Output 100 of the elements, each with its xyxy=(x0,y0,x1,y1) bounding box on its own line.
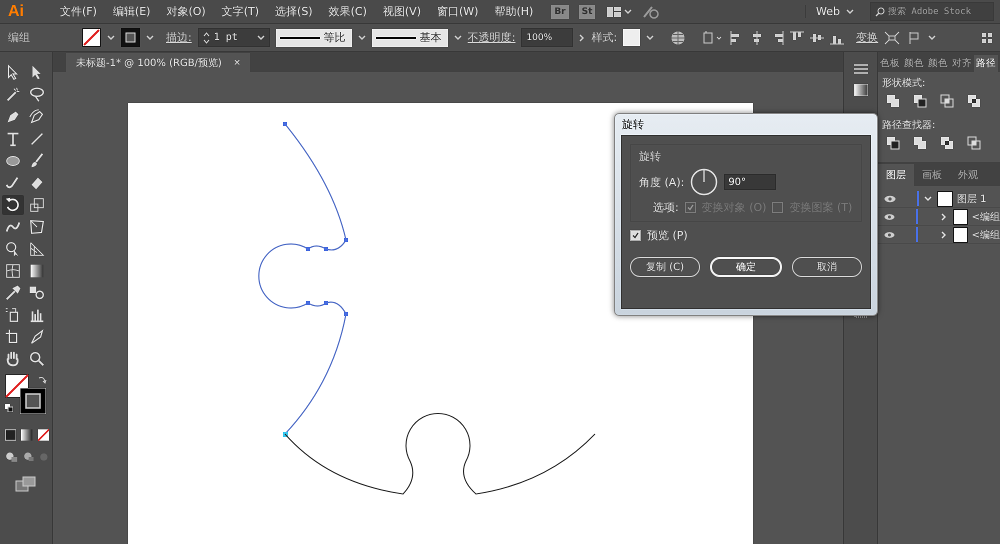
panel-tab[interactable]: 路径 xyxy=(974,55,998,72)
close-button[interactable]: × xyxy=(234,56,240,68)
dialog-title: 旋转 xyxy=(621,117,645,133)
stroke-swatch[interactable] xyxy=(20,388,46,414)
app-launch-button[interactable]: Br xyxy=(551,4,569,18)
chevron-icon xyxy=(940,212,948,220)
wand-icon xyxy=(4,86,22,104)
pathfinder-icon[interactable] xyxy=(886,136,900,150)
pathfinder-icon[interactable] xyxy=(967,136,981,150)
layout-icon[interactable] xyxy=(607,6,634,18)
opacity-label[interactable]: 不透明度: xyxy=(468,30,516,45)
chevron-icon xyxy=(940,230,948,238)
menu-item[interactable]: 选择(S) xyxy=(267,4,321,19)
default-colors-icon[interactable] xyxy=(5,404,13,412)
gradient-icon[interactable] xyxy=(21,428,33,442)
style-label: 样式: xyxy=(591,30,618,45)
options-label: 选项: xyxy=(653,200,679,215)
draw-mode-icon[interactable] xyxy=(5,450,18,464)
chevron-icon[interactable] xyxy=(579,34,586,42)
menu-item[interactable]: 帮助(H) xyxy=(486,4,542,19)
panel-tab[interactable]: 色板 xyxy=(878,55,902,72)
panel-tab[interactable]: 图层 xyxy=(878,164,914,186)
menu-item[interactable]: 窗口(W) xyxy=(428,4,486,19)
gradient-icon[interactable] xyxy=(854,84,868,96)
eye-icon[interactable] xyxy=(884,194,896,202)
draw-mode-icon[interactable] xyxy=(22,450,34,464)
dialog-button[interactable]: 确定 xyxy=(710,257,782,277)
layer-name[interactable]: <编组 xyxy=(972,228,1000,242)
app-logo: Ai xyxy=(7,2,25,20)
menu-item[interactable]: 对象(O) xyxy=(158,4,214,19)
swap-icon[interactable] xyxy=(38,375,47,384)
eye-icon[interactable] xyxy=(884,212,895,220)
opacity-field[interactable]: 100% xyxy=(521,28,574,47)
section-label: 形状模式: xyxy=(881,76,926,91)
caret-icon[interactable] xyxy=(358,34,366,40)
caret-icon[interactable] xyxy=(928,34,936,40)
pathfinder-icon[interactable] xyxy=(967,94,981,108)
menu-item[interactable]: 视图(V) xyxy=(374,4,429,19)
layer-thumbnail xyxy=(952,226,968,242)
menu-icon[interactable] xyxy=(854,64,868,74)
pathfinder-icon[interactable] xyxy=(940,94,954,108)
panel-tab[interactable]: 颜色 xyxy=(902,55,926,72)
brush-dropdown[interactable]: 基本 xyxy=(372,28,448,46)
stroke-label[interactable]: 描边: xyxy=(166,30,192,45)
pathfinder-icon[interactable] xyxy=(913,136,927,150)
checkbox-label[interactable]: 预览 (P) xyxy=(647,228,688,243)
tool-button[interactable] xyxy=(2,195,24,215)
menu-item[interactable]: 文字(T) xyxy=(214,4,268,19)
lasso-icon xyxy=(28,86,46,104)
document-tab[interactable]: 未标题-1* @ 100% (RGB/预览) × xyxy=(66,53,250,72)
caret-icon[interactable] xyxy=(146,34,154,40)
caret-icon[interactable] xyxy=(454,34,462,40)
angle-dial[interactable] xyxy=(690,168,718,196)
color-mode-icon[interactable] xyxy=(5,428,16,442)
none-icon[interactable] xyxy=(38,428,49,442)
frame-icon xyxy=(28,218,46,236)
caret-icon[interactable] xyxy=(646,34,654,40)
disclosure-button[interactable] xyxy=(923,194,933,202)
stroke-swatch[interactable] xyxy=(121,28,140,47)
globe-icon[interactable] xyxy=(670,30,686,46)
fill-swatch[interactable] xyxy=(82,28,101,47)
stepper-icon xyxy=(202,32,210,44)
pathfinder-icon[interactable] xyxy=(940,136,954,150)
stroke-weight-field[interactable]: 1 pt xyxy=(198,28,270,47)
angle-label: 角度 (A): xyxy=(639,174,684,190)
layer-name[interactable]: <编组 xyxy=(972,210,1000,224)
blend-icon xyxy=(28,284,46,302)
panel-tab[interactable]: 画板 xyxy=(914,164,950,186)
selected-puzzle-path[interactable] xyxy=(258,122,348,437)
pathfinder-icon[interactable] xyxy=(886,94,900,108)
puzzle-path[interactable] xyxy=(284,413,596,495)
checkbox[interactable] xyxy=(630,230,641,241)
app-launch-button[interactable]: St xyxy=(578,4,596,18)
caret-icon[interactable] xyxy=(846,8,854,14)
rotate-icon xyxy=(4,196,22,214)
document-title[interactable]: 未标题-1* @ 100% (RGB/预览) xyxy=(76,56,222,70)
caret-icon[interactable] xyxy=(107,34,115,40)
search-icon xyxy=(875,6,885,16)
transform-link[interactable]: 变换 xyxy=(856,30,878,45)
screen-mode-icon[interactable] xyxy=(15,476,37,492)
variable-width-dropdown[interactable]: 等比 xyxy=(276,28,352,46)
panel-menu-icon[interactable] xyxy=(982,32,992,42)
menu-item[interactable]: 效果(C) xyxy=(320,4,375,19)
menu-item[interactable]: 文件(F) xyxy=(52,4,105,19)
dialog-button[interactable]: 取消 xyxy=(792,257,862,277)
layer-name[interactable]: 图层 1 xyxy=(957,192,987,206)
panel-tab[interactable]: 对齐 xyxy=(950,55,974,72)
check-icon xyxy=(686,204,694,211)
eyedropper-icon xyxy=(4,284,22,302)
pathfinder-icon[interactable] xyxy=(913,94,927,108)
panel-tab[interactable]: 颜色 xyxy=(926,55,950,72)
caret-icon[interactable] xyxy=(256,34,265,40)
dialog-button[interactable]: 复制 (C) xyxy=(630,257,700,277)
menu-item[interactable]: 编辑(E) xyxy=(104,4,158,19)
panel-tab[interactable]: 外观 xyxy=(950,164,986,186)
workspace-switcher[interactable]: Web xyxy=(816,5,840,18)
eye-icon[interactable] xyxy=(884,230,895,238)
group-title: 旋转 xyxy=(639,149,662,164)
style-swatch[interactable] xyxy=(623,29,640,46)
angle-field[interactable]: 90° xyxy=(724,174,776,190)
